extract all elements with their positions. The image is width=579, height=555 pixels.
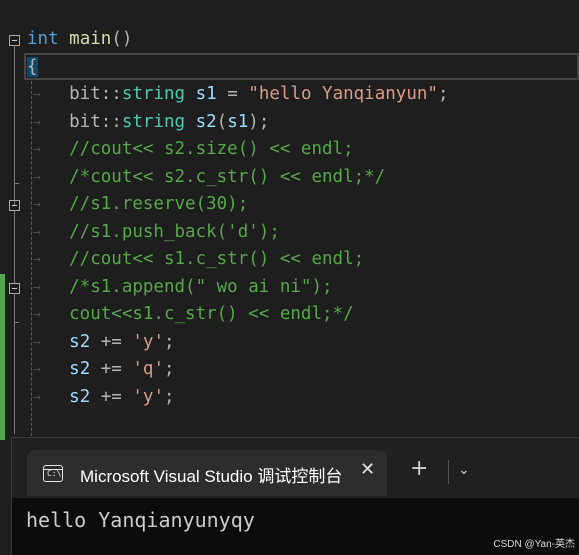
code-token: s2 — [195, 111, 217, 132]
code-line-text: /*s1.append(" wo ai ni"); — [27, 274, 333, 301]
code-token: ; — [164, 386, 175, 407]
code-token: { — [27, 56, 38, 77]
code-line-text: bit::string s1 = "hello Yanqianyun"; — [27, 81, 448, 108]
code-line[interactable]: //s1.reserve(30); → — [0, 191, 579, 218]
code-token: bit:: — [27, 84, 122, 104]
code-line[interactable]: s2 += 'y'; → — [0, 329, 579, 356]
whitespace-arrow-icon: → — [33, 252, 41, 267]
code-line[interactable]: int main() — [0, 26, 579, 53]
code-token: "hello Yanqianyun" — [248, 84, 438, 104]
new-tab-button[interactable]: + — [410, 458, 428, 480]
code-line-text: s2 += 'q'; — [27, 356, 175, 383]
code-token: //s1.push_back('d'); — [27, 221, 280, 242]
code-token: s1 — [195, 84, 217, 104]
code-line-text: //cout<< s2.size() << endl; — [27, 136, 354, 163]
code-line[interactable]: //cout<< s1.c_str() << endl; → — [0, 246, 579, 273]
code-token: bit:: — [27, 111, 122, 132]
chevron-down-icon[interactable]: ⌄ — [458, 462, 470, 478]
code-line-text: s2 += 'y'; — [27, 329, 175, 356]
whitespace-arrow-icon: → — [33, 362, 41, 377]
code-token: 'q' — [132, 359, 164, 379]
code-token: s1 — [227, 111, 249, 132]
code-line[interactable]: //s1.push_back('d'); → — [0, 219, 579, 246]
code-token: += — [90, 331, 133, 352]
code-token: = — [216, 84, 249, 104]
code-token: s2 — [69, 359, 91, 379]
code-line[interactable]: /*cout<< s2.c_str() << endl;*/→ — [0, 164, 579, 191]
code-line[interactable]: //cout<< s2.size() << endl; → — [0, 136, 579, 163]
console-tab-title: Microsoft Visual Studio 调试控制台 — [80, 467, 342, 486]
terminal-icon: C:\ — [43, 465, 63, 482]
close-icon[interactable]: ✕ — [360, 459, 375, 480]
whitespace-arrow-icon: → — [33, 197, 41, 212]
code-line[interactable]: cout<<s1.c_str() << endl;*/→ — [0, 301, 579, 328]
code-line[interactable]: /*s1.append(" wo ai ni"); → — [0, 274, 579, 301]
code-line-text: /*cout<< s2.c_str() << endl;*/ — [27, 164, 385, 191]
whitespace-arrow-icon: → — [33, 307, 41, 322]
code-token: ; — [437, 84, 449, 104]
whitespace-arrow-icon: → — [33, 389, 41, 405]
code-token: 'y' — [132, 331, 164, 352]
code-editor[interactable]: int main(){ bit::string s1 = "hello Yanq… — [0, 0, 579, 446]
code-token: () — [111, 29, 133, 49]
code-line-text: //s1.reserve(30); — [27, 191, 248, 218]
console-tab[interactable]: C:\ Microsoft Visual Studio 调试控制台 ✕ — [27, 450, 387, 496]
whitespace-arrow-icon: → — [33, 87, 41, 102]
code-token: ( — [216, 111, 228, 132]
tab-separator — [448, 460, 449, 484]
code-line[interactable]: s2 += 'q'; → — [0, 356, 579, 383]
whitespace-arrow-icon: → — [33, 334, 41, 350]
code-token: //s1.reserve(30); — [27, 194, 249, 214]
code-token: main — [69, 29, 112, 49]
code-line[interactable]: bit::string s1 = "hello Yanqianyun"; → — [0, 81, 579, 108]
code-line-text: cout<<s1.c_str() << endl;*/ — [27, 301, 354, 328]
code-token: s2 — [69, 386, 91, 407]
code-token: /*s1.append(" wo ai ni"); — [27, 276, 333, 297]
code-token: /*cout<< s2.c_str() << endl;*/ — [27, 166, 386, 187]
code-token: ; — [164, 359, 175, 379]
whitespace-arrow-icon: → — [33, 279, 41, 295]
code-line-text: { — [27, 54, 38, 81]
code-line-text: bit::string s2(s1); — [27, 109, 269, 136]
terminal-icon-text: C:\ — [47, 469, 62, 478]
code-token: += — [90, 359, 133, 379]
code-token: 'y' — [132, 386, 164, 407]
console-tab-strip: C:\ Microsoft Visual Studio 调试控制台 ✕ + ⌄ — [12, 438, 579, 498]
whitespace-arrow-icon: → — [33, 142, 41, 157]
code-line[interactable]: bit::string s2(s1); → — [0, 109, 579, 136]
code-line[interactable]: { — [0, 54, 579, 81]
code-token: += — [90, 386, 133, 407]
code-token: string — [121, 84, 186, 104]
whitespace-arrow-icon: → — [33, 224, 41, 240]
code-line-text: //cout<< s1.c_str() << endl; — [27, 246, 364, 273]
console-output-text: hello Yanqianyunyqy — [26, 508, 255, 532]
code-line-text: int main() — [27, 26, 132, 53]
whitespace-arrow-icon: → — [33, 114, 41, 130]
code-token: ); — [248, 111, 270, 132]
watermark: CSDN @Yan-英杰 — [493, 539, 575, 550]
code-line-text: s2 += 'y'; — [27, 384, 175, 411]
code-token: //cout<< s2.size() << endl; — [27, 139, 354, 159]
code-line-text: //s1.push_back('d'); — [27, 219, 280, 246]
code-token: string — [121, 111, 186, 132]
code-token: ; — [164, 331, 175, 352]
code-line[interactable]: s2 += 'y'; → — [0, 384, 579, 411]
code-token: int — [27, 29, 59, 49]
code-token: //cout<< s1.c_str() << endl; — [27, 249, 365, 269]
code-token: cout<<s1.c_str() << endl;*/ — [27, 304, 354, 324]
code-token: s2 — [69, 331, 91, 352]
whitespace-arrow-icon: → — [33, 169, 41, 185]
